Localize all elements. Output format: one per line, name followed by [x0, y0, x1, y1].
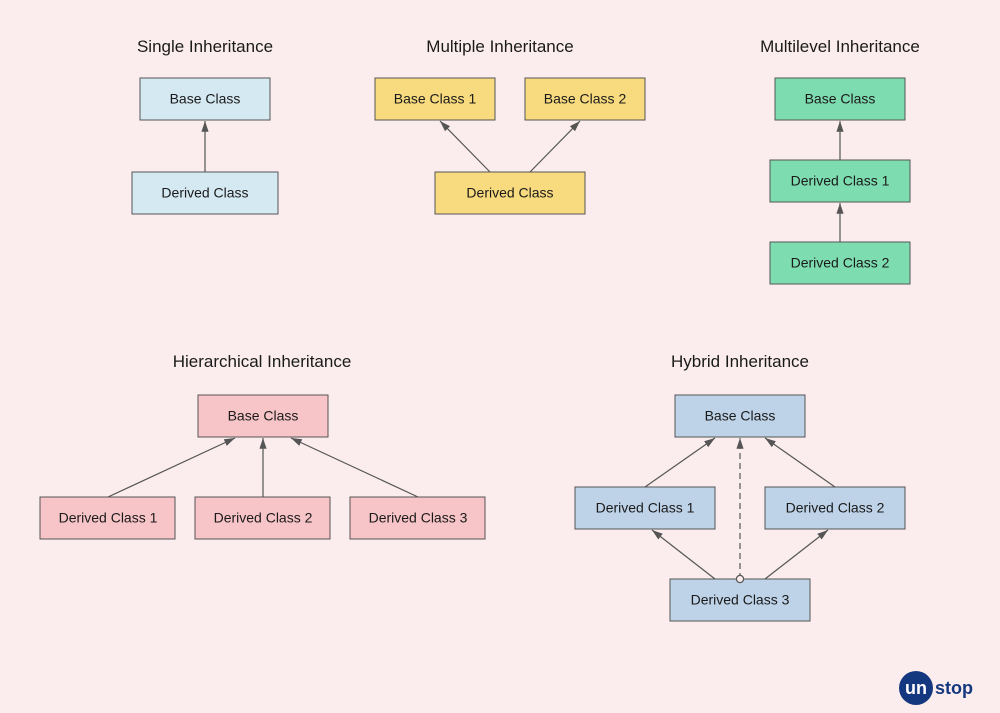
hier-base-label: Base Class	[228, 408, 299, 424]
multilevel-title: Multilevel Inheritance	[760, 37, 920, 56]
multilevel-inheritance-group: Multilevel Inheritance Base Class Derive…	[760, 37, 920, 284]
multilevel-d2-label: Derived Class 2	[791, 255, 890, 271]
multiple-base1-label: Base Class 1	[394, 91, 477, 107]
hier-d3-label: Derived Class 3	[369, 510, 468, 526]
single-derived-label: Derived Class	[161, 185, 248, 201]
hier-arrow-3	[291, 438, 418, 497]
hybrid-inheritance-group: Hybrid Inheritance Base Class Derived Cl…	[575, 352, 905, 621]
hierarchical-title: Hierarchical Inheritance	[173, 352, 352, 371]
multiple-arrow-right	[530, 121, 580, 172]
hybrid-title: Hybrid Inheritance	[671, 352, 809, 371]
hybrid-d2-label: Derived Class 2	[786, 500, 885, 516]
hybrid-d1-label: Derived Class 1	[596, 500, 695, 516]
multilevel-base-label: Base Class	[805, 91, 876, 107]
single-title: Single Inheritance	[137, 37, 273, 56]
logo-stop-text: stop	[935, 678, 973, 698]
hierarchical-inheritance-group: Hierarchical Inheritance Base Class Deri…	[40, 352, 485, 539]
multiple-title: Multiple Inheritance	[426, 37, 573, 56]
unstop-logo: un stop	[899, 671, 973, 705]
logo-un-text: un	[905, 678, 927, 698]
multiple-base2-label: Base Class 2	[544, 91, 627, 107]
multiple-arrow-left	[440, 121, 490, 172]
hybrid-d3-label: Derived Class 3	[691, 592, 790, 608]
hybrid-arrow-d2-base	[765, 438, 835, 487]
inheritance-diagram: Single Inheritance Base Class Derived Cl…	[0, 0, 1000, 713]
single-inheritance-group: Single Inheritance Base Class Derived Cl…	[132, 37, 278, 214]
hier-d1-label: Derived Class 1	[59, 510, 158, 526]
hier-d2-label: Derived Class 2	[214, 510, 313, 526]
multiple-derived-label: Derived Class	[466, 185, 553, 201]
hybrid-arrow-d3-d1	[652, 530, 715, 579]
hybrid-base-label: Base Class	[705, 408, 776, 424]
multiple-inheritance-group: Multiple Inheritance Base Class 1 Base C…	[375, 37, 645, 214]
hybrid-arrow-d1-base	[645, 438, 715, 487]
hier-arrow-1	[108, 438, 235, 497]
single-base-label: Base Class	[170, 91, 241, 107]
hybrid-arrow-d3-d2	[765, 530, 828, 579]
multilevel-d1-label: Derived Class 1	[791, 173, 890, 189]
